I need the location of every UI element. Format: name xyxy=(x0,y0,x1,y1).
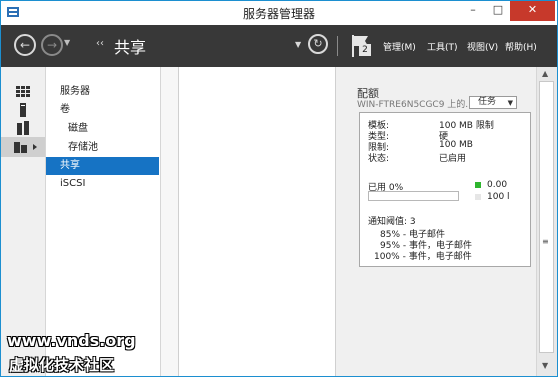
watermark-site: www.vnds.org xyxy=(7,331,136,350)
tasks-label: 任务 xyxy=(478,97,497,107)
forward-button[interactable]: → xyxy=(41,34,63,56)
file-storage-icon[interactable] xyxy=(13,140,39,154)
nav-item-disks[interactable]: 磁盘 xyxy=(46,120,159,138)
menu-view[interactable]: 视图(V) xyxy=(467,40,498,53)
all-servers-icon[interactable] xyxy=(15,121,31,135)
nav-item-volumes[interactable]: 卷 xyxy=(46,101,159,119)
breadcrumb-dropdown-icon[interactable]: ▼ xyxy=(295,40,301,49)
icon-strip xyxy=(1,67,46,376)
watermark-community: 虚拟化技术社区 xyxy=(9,356,115,374)
refresh-icon: ↻ xyxy=(313,37,323,50)
chevron-down-icon: ▼ xyxy=(507,99,513,107)
nav-item-storage-pools[interactable]: 存储池 xyxy=(46,139,159,157)
menu-manage[interactable]: 管理(M) xyxy=(383,40,416,53)
free-legend-swatch xyxy=(475,194,481,200)
scrollbar-grip-icon: ≡ xyxy=(542,237,549,246)
quota-server-name: WIN-FTRE6N5CGC9 上的... xyxy=(357,100,474,110)
used-legend-value: 0.00 xyxy=(487,180,508,190)
minimize-button[interactable]: – xyxy=(460,1,486,21)
notification-count-badge: 2 xyxy=(359,44,371,56)
breadcrumb[interactable]: 共享 xyxy=(114,34,146,58)
property-label-status: 状态: xyxy=(368,154,390,164)
nav-item-label: 存储池 xyxy=(68,142,98,153)
back-button[interactable]: ← xyxy=(14,34,36,56)
app-header: ← → ▼ ‹‹ 共享 ▼ ↻ 2 管理(M) 工具(T) 视图(V) 帮助(H… xyxy=(1,25,557,67)
close-button[interactable]: ✕ xyxy=(510,1,555,21)
nav-item-label: 共享 xyxy=(60,160,80,171)
scroll-down-icon[interactable]: ▼ xyxy=(542,361,548,370)
menu-help[interactable]: 帮助(H) xyxy=(505,40,537,53)
shares-list-pane xyxy=(179,67,336,376)
title-bar: 服务器管理器 – □ ✕ xyxy=(1,1,557,25)
property-value-limit: 100 MB xyxy=(439,140,473,150)
nav-item-label: 磁盘 xyxy=(68,123,88,134)
local-server-icon[interactable] xyxy=(15,103,31,117)
nav-item-label: 服务器 xyxy=(60,86,90,97)
back-arrow-icon: ← xyxy=(19,38,31,52)
nav-item-servers[interactable]: 服务器 xyxy=(46,83,159,101)
tasks-dropdown[interactable]: 任务 ▼ xyxy=(469,96,517,109)
server-manager-window: 服务器管理器 – □ ✕ ← → ▼ ‹‹ 共享 ▼ ↻ 2 管理(M) 工具(… xyxy=(0,0,558,377)
forward-arrow-icon: → xyxy=(46,38,58,52)
history-dropdown-icon[interactable]: ▼ xyxy=(64,38,70,47)
scrollbar-thumb[interactable] xyxy=(539,81,554,353)
maximize-button[interactable]: □ xyxy=(486,1,510,21)
used-legend-swatch xyxy=(475,182,481,188)
nav-item-iscsi[interactable]: iSCSI xyxy=(46,175,159,193)
collapsed-pane xyxy=(161,67,179,376)
dashboard-icon[interactable] xyxy=(15,85,31,99)
scroll-up-icon[interactable]: ▲ xyxy=(542,69,548,78)
usage-progress-bar xyxy=(368,191,459,201)
nav-pane: 服务器 卷 磁盘 存储池 共享 iSCSI xyxy=(46,67,161,376)
header-divider xyxy=(337,36,338,56)
property-value-status: 已启用 xyxy=(439,154,467,164)
nav-item-shares[interactable]: 共享 xyxy=(46,157,159,175)
menu-tools[interactable]: 工具(T) xyxy=(427,40,458,53)
threshold-heading: 通知阈值: 3 xyxy=(368,217,416,227)
breadcrumb-arrows-icon: ‹‹ xyxy=(96,38,104,49)
free-legend-value: 100 l xyxy=(487,192,510,202)
nav-item-label: 卷 xyxy=(60,104,70,115)
threshold-item: 100% - 事件，电子邮件 xyxy=(374,252,472,262)
nav-item-label: iSCSI xyxy=(60,178,86,189)
refresh-button[interactable]: ↻ xyxy=(308,34,328,54)
